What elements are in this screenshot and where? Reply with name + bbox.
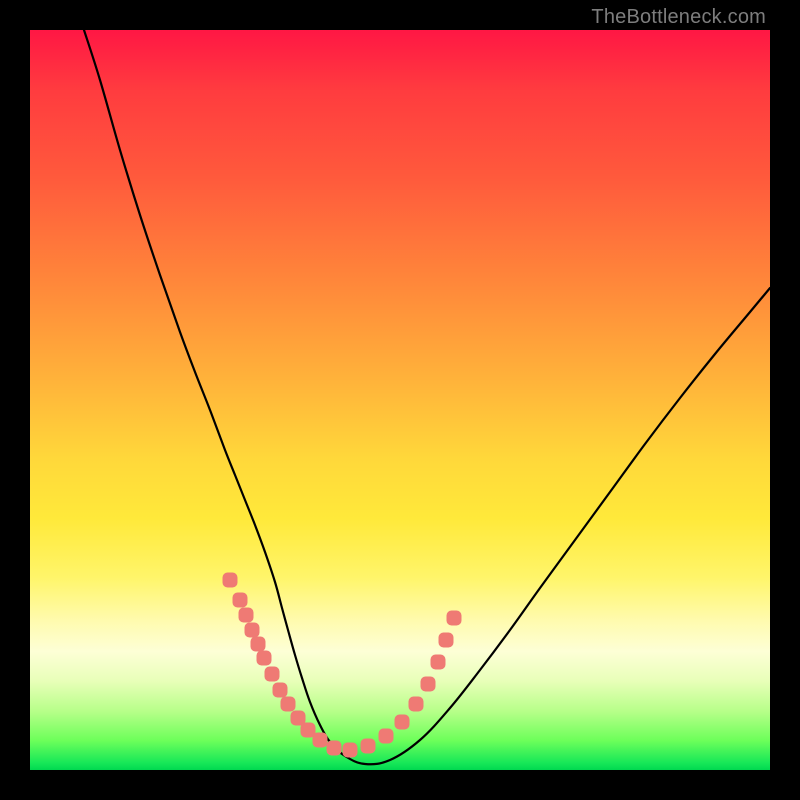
curve-svg bbox=[30, 30, 770, 770]
bottleneck-curve bbox=[84, 30, 770, 764]
data-dot bbox=[223, 573, 238, 588]
data-dot bbox=[439, 633, 454, 648]
plot-area bbox=[30, 30, 770, 770]
data-dot bbox=[327, 741, 342, 756]
data-dot bbox=[265, 667, 280, 682]
data-dot bbox=[409, 697, 424, 712]
data-dot bbox=[233, 593, 248, 608]
data-dot bbox=[239, 608, 254, 623]
data-dot bbox=[431, 655, 446, 670]
data-dot bbox=[273, 683, 288, 698]
data-dot bbox=[245, 623, 260, 638]
data-dot bbox=[257, 651, 272, 666]
data-dots bbox=[223, 573, 462, 758]
data-dot bbox=[313, 733, 328, 748]
data-dot bbox=[343, 743, 358, 758]
data-dot bbox=[251, 637, 266, 652]
chart-frame: TheBottleneck.com bbox=[0, 0, 800, 800]
data-dot bbox=[395, 715, 410, 730]
data-dot bbox=[421, 677, 436, 692]
data-dot bbox=[361, 739, 376, 754]
watermark-text: TheBottleneck.com bbox=[591, 6, 766, 29]
data-dot bbox=[281, 697, 296, 712]
data-dot bbox=[447, 611, 462, 626]
data-dot bbox=[379, 729, 394, 744]
